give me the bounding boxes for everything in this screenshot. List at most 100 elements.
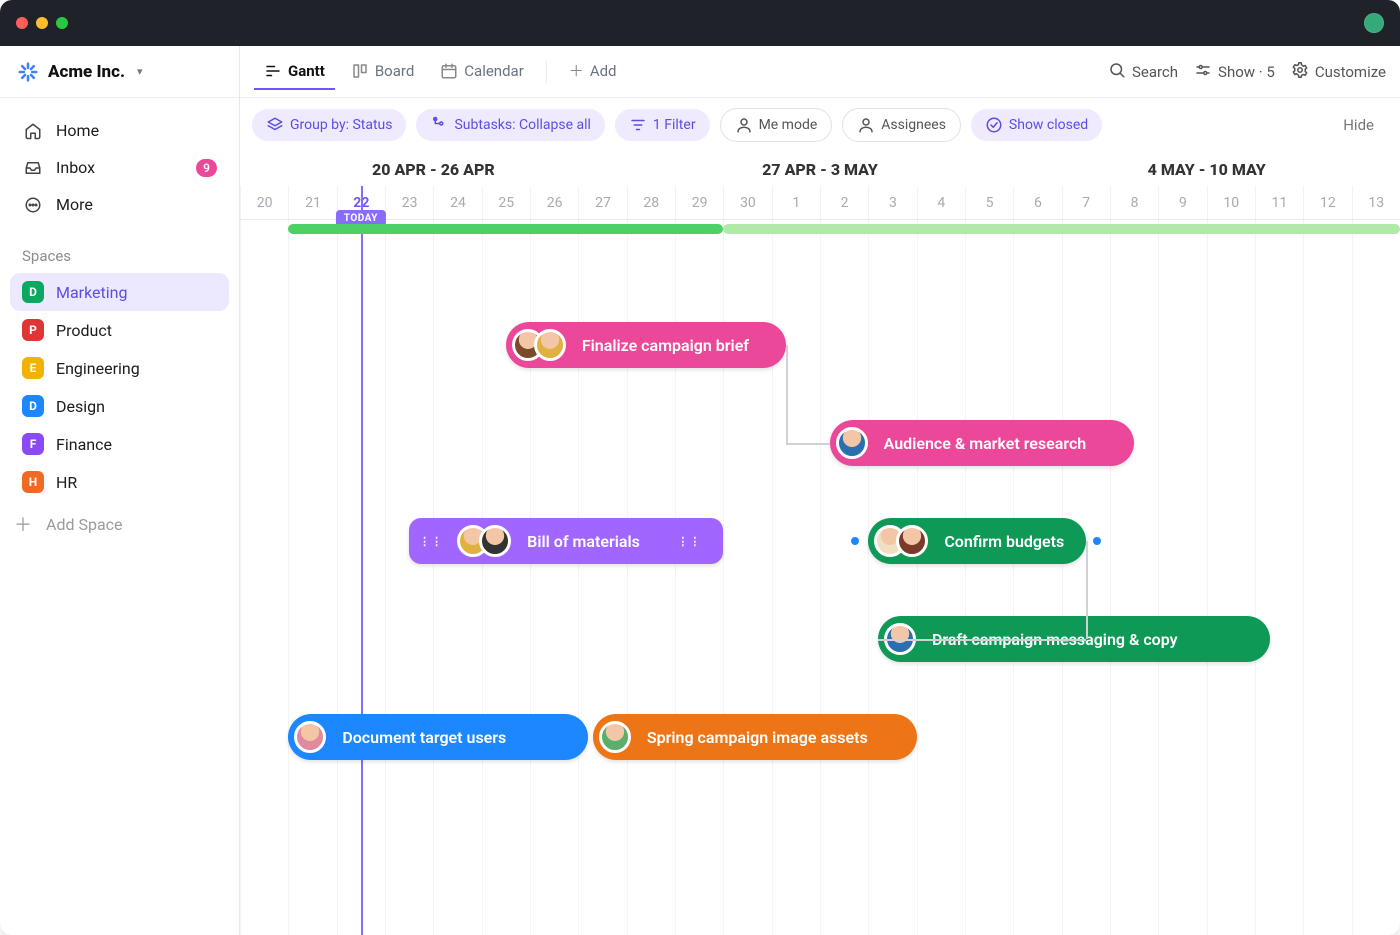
nav-more[interactable]: More — [10, 186, 229, 223]
minimize-window[interactable] — [36, 17, 48, 29]
drag-handle-icon[interactable]: ⋮⋮ — [415, 535, 447, 548]
add-space-button[interactable]: ＋ Add Space — [0, 501, 239, 547]
grid-column — [240, 220, 288, 935]
day-cell[interactable]: 30 — [723, 186, 771, 219]
dependency-line — [786, 443, 830, 445]
week-label: 4 MAY - 10 MAY — [1013, 152, 1400, 186]
gantt-chart[interactable]: 20 APR - 26 APR27 APR - 3 MAY4 MAY - 10 … — [240, 152, 1400, 935]
day-cell[interactable]: 7 — [1062, 186, 1110, 219]
task-label: Bill of materials — [521, 532, 640, 551]
space-item-design[interactable]: D Design — [10, 387, 229, 425]
add-view-button[interactable]: ＋ Add — [559, 52, 627, 91]
space-label: Engineering — [56, 359, 140, 378]
day-cell[interactable]: 23 — [385, 186, 433, 219]
gantt-task[interactable]: Finalize campaign brief — [506, 322, 786, 368]
customize-label: Customize — [1315, 63, 1386, 81]
show-label: Show · 5 — [1218, 63, 1275, 81]
day-cell[interactable]: 6 — [1013, 186, 1061, 219]
day-cell[interactable]: 9 — [1158, 186, 1206, 219]
day-cell[interactable]: 1 — [772, 186, 820, 219]
gear-icon — [1291, 61, 1309, 83]
search-label: Search — [1132, 63, 1178, 81]
day-cell[interactable]: 20 — [240, 186, 288, 219]
space-badge: D — [22, 395, 44, 417]
tab-label: Calendar — [464, 62, 524, 80]
maximize-window[interactable] — [56, 17, 68, 29]
day-cell[interactable]: 27 — [578, 186, 626, 219]
group-by-chip[interactable]: Group by: Status — [252, 109, 406, 141]
space-label: Design — [56, 397, 105, 416]
grid-column — [288, 220, 336, 935]
drag-handle-icon[interactable]: ⋮⋮ — [673, 535, 705, 548]
add-space-label: Add Space — [46, 515, 123, 534]
subtasks-chip[interactable]: Subtasks: Collapse all — [416, 109, 604, 141]
day-cell[interactable]: 25 — [482, 186, 530, 219]
space-item-hr[interactable]: HHR — [10, 463, 229, 501]
grid-column — [1303, 220, 1351, 935]
day-cell[interactable]: 21 — [288, 186, 336, 219]
show-closed-chip[interactable]: Show closed — [971, 109, 1102, 141]
gantt-task[interactable]: Audience & market research — [830, 420, 1135, 466]
dependency-line — [878, 639, 1086, 641]
account-avatar[interactable] — [1364, 13, 1384, 33]
nav-inbox[interactable]: Inbox 9 — [10, 149, 229, 186]
layers-icon — [266, 116, 284, 134]
avatar[interactable] — [599, 721, 631, 753]
avatar[interactable] — [294, 721, 326, 753]
gantt-task[interactable]: ⋮⋮ Bill of materials ⋮⋮ — [409, 518, 723, 564]
day-cell[interactable]: 24 — [433, 186, 481, 219]
more-icon — [22, 196, 44, 214]
day-cell[interactable]: 13 — [1352, 186, 1400, 219]
day-cell[interactable]: 3 — [868, 186, 916, 219]
space-item-engineering[interactable]: EEngineering — [10, 349, 229, 387]
tab-board[interactable]: Board — [341, 54, 424, 90]
gantt-task[interactable]: Confirm budgets — [868, 518, 1086, 564]
me-mode-chip[interactable]: Me mode — [720, 108, 833, 142]
avatar[interactable] — [896, 525, 928, 557]
chip-label: Me mode — [759, 117, 818, 133]
day-cell[interactable]: 8 — [1110, 186, 1158, 219]
day-cell[interactable]: 10 — [1207, 186, 1255, 219]
filter-icon — [629, 116, 647, 134]
grid-column — [1255, 220, 1303, 935]
filter-chip[interactable]: 1 Filter — [615, 109, 710, 141]
tab-calendar[interactable]: Calendar — [430, 54, 534, 90]
workspace-logo-icon — [18, 62, 38, 82]
search-button[interactable]: Search — [1108, 61, 1178, 83]
close-window[interactable] — [16, 17, 28, 29]
day-cell[interactable]: 26 — [530, 186, 578, 219]
day-cell[interactable]: 29 — [675, 186, 723, 219]
assignee-avatars — [512, 329, 566, 361]
customize-button[interactable]: Customize — [1291, 61, 1386, 83]
task-label: Spring campaign image assets — [641, 728, 868, 747]
titlebar — [0, 0, 1400, 46]
avatar[interactable] — [479, 525, 511, 557]
chip-label: Subtasks: Collapse all — [454, 117, 590, 133]
space-item-product[interactable]: PProduct — [10, 311, 229, 349]
grid-column — [1352, 220, 1400, 935]
workspace-switcher[interactable]: Acme Inc. ▾ — [0, 46, 239, 98]
avatar[interactable] — [836, 427, 868, 459]
day-cell[interactable]: 12 — [1303, 186, 1351, 219]
space-item-marketing[interactable]: DMarketing — [10, 273, 229, 311]
day-cell[interactable]: 28 — [627, 186, 675, 219]
day-cell[interactable]: 11 — [1255, 186, 1303, 219]
space-badge: H — [22, 471, 44, 493]
day-cell[interactable]: 5 — [965, 186, 1013, 219]
space-item-finance[interactable]: FFinance — [10, 425, 229, 463]
day-cell[interactable]: 2 — [820, 186, 868, 219]
tab-gantt[interactable]: Gantt — [254, 54, 335, 90]
assignees-chip[interactable]: Assignees — [842, 108, 961, 142]
gantt-task[interactable]: Spring campaign image assets — [593, 714, 917, 760]
hide-button[interactable]: Hide — [1343, 116, 1388, 134]
separator — [546, 61, 547, 83]
gantt-task[interactable]: Document target users — [288, 714, 588, 760]
filter-bar: Group by: Status Subtasks: Collapse all … — [240, 98, 1400, 152]
nav-home[interactable]: Home — [10, 112, 229, 149]
chip-label: Group by: Status — [290, 117, 392, 133]
day-cell[interactable]: 4 — [917, 186, 965, 219]
space-badge: P — [22, 319, 44, 341]
avatar[interactable] — [534, 329, 566, 361]
grid-column — [772, 220, 820, 935]
show-button[interactable]: Show · 5 — [1194, 61, 1275, 83]
